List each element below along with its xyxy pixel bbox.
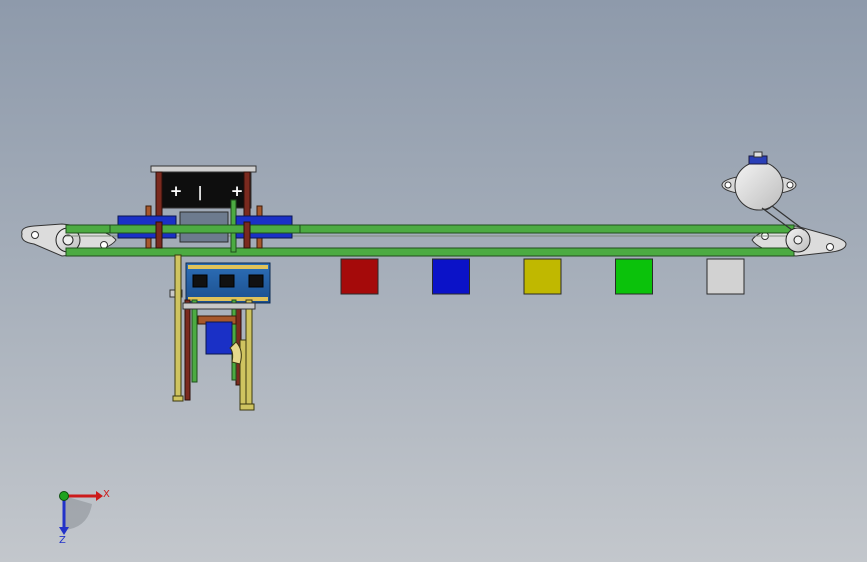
top-plate: [150, 165, 257, 173]
x-axis-label: X: [103, 489, 110, 500]
color-block-white: [706, 258, 745, 295]
foot: [172, 395, 184, 402]
driver-chip: [219, 274, 235, 288]
left-plate-hole: [100, 241, 108, 249]
sorter-assembly: + | +: [109, 165, 301, 411]
motor-body: [734, 161, 784, 211]
driver-chip: [248, 274, 264, 288]
color-block-group: [340, 258, 745, 295]
left-plate-hole: [31, 231, 39, 239]
leg: [191, 299, 198, 383]
leg: [245, 299, 253, 411]
triad-shadow: [64, 496, 92, 530]
battery-terminal-right: +: [231, 182, 244, 200]
y-axis-dot: [59, 491, 69, 501]
standoff: [243, 221, 251, 249]
motor-connector-cap: [753, 151, 763, 158]
z-axis-label: Z: [59, 535, 66, 546]
z-axis-arrowhead: [59, 527, 69, 535]
cad-viewport[interactable]: + | + X Z: [0, 0, 867, 562]
right-plate-hole: [826, 243, 834, 251]
x-axis-arrowhead: [96, 491, 103, 501]
leg: [174, 254, 182, 401]
color-block-red: [340, 258, 379, 295]
driver-chip: [192, 274, 208, 288]
board-header: [188, 265, 268, 269]
right-pulley-hub: [793, 235, 803, 245]
leg: [184, 299, 191, 401]
battery-terminal-left: +: [170, 182, 183, 200]
color-block-green: [615, 258, 653, 295]
lower-plate: [182, 302, 256, 310]
battery-terminal-middle: |: [197, 185, 202, 201]
lower-servo: [205, 321, 233, 355]
color-block-blue: [432, 258, 470, 295]
board-header: [188, 297, 268, 301]
standoff: [155, 221, 163, 249]
motor-mount-hole: [724, 181, 732, 189]
motor-mount-hole: [786, 181, 794, 189]
stepper-motor: [721, 151, 805, 231]
leg: [231, 299, 237, 381]
color-block-yellow: [523, 258, 562, 295]
foot: [239, 403, 255, 411]
coordinate-triad: X Z: [59, 489, 110, 546]
belt-top-overlay: [109, 224, 301, 234]
